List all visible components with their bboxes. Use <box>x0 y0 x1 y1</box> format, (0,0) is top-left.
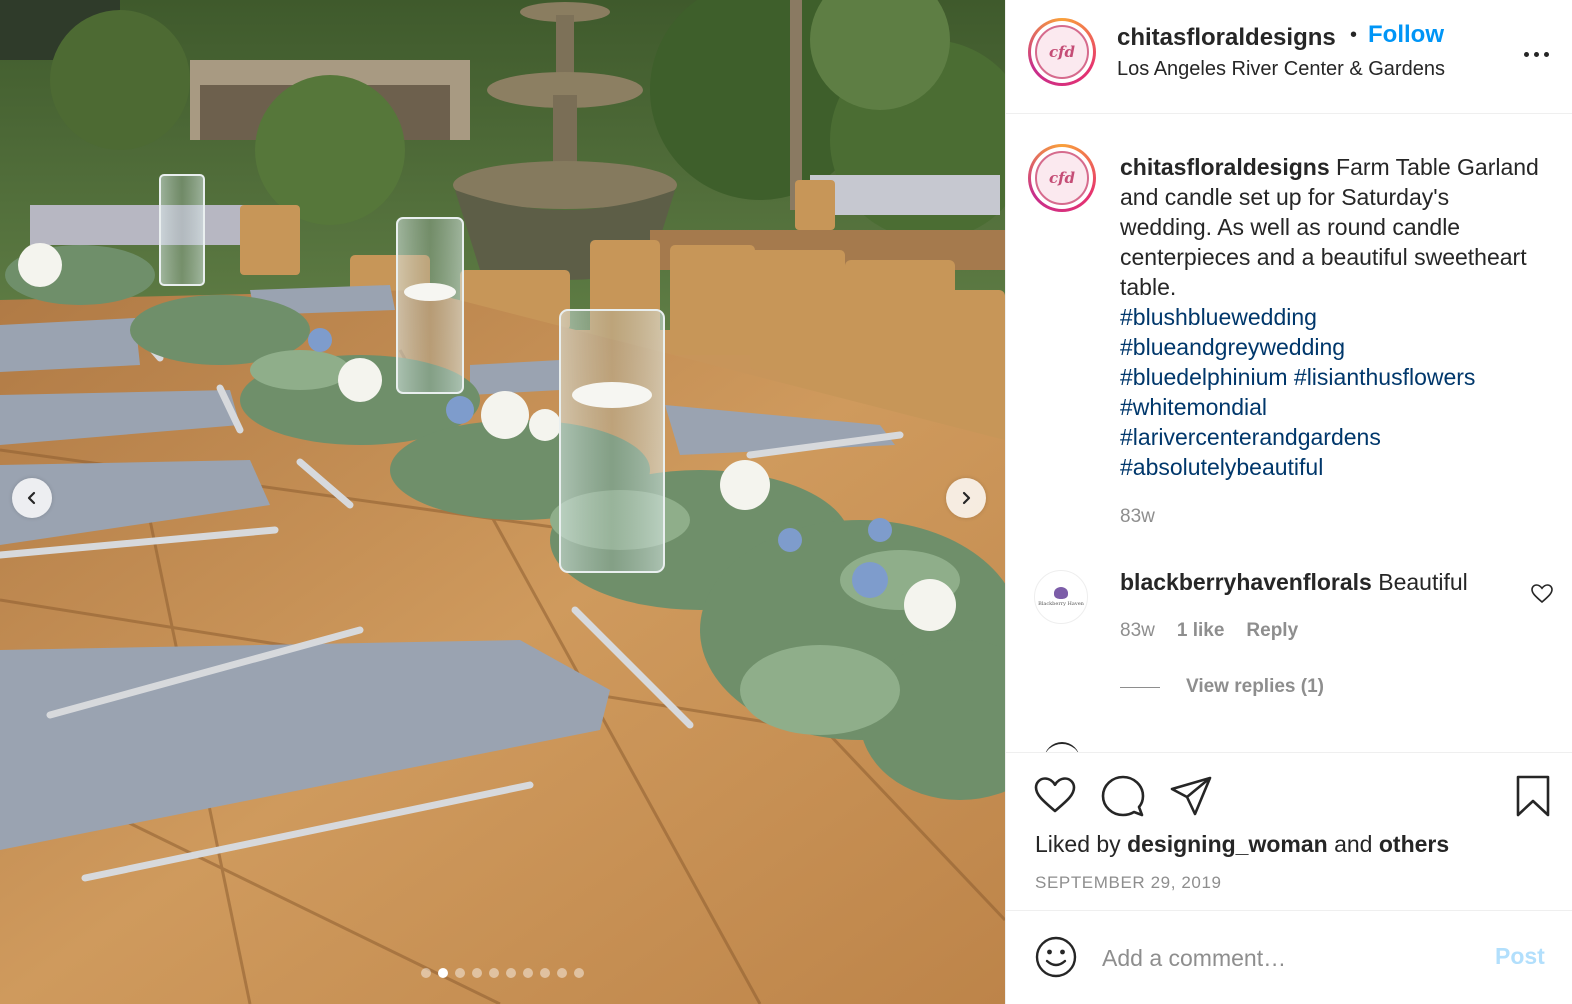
comment-heart-icon[interactable] <box>1530 582 1554 606</box>
comment-input[interactable] <box>1102 939 1482 977</box>
carousel-dot <box>438 968 448 978</box>
photo-scene <box>0 0 1005 1004</box>
hashtag[interactable]: #bluedelphinium <box>1120 364 1288 390</box>
follow-button[interactable]: Follow <box>1368 21 1444 49</box>
carousel-indicator <box>0 968 1005 978</box>
likes-others[interactable]: others <box>1379 831 1449 857</box>
author-avatar[interactable]: cfd <box>1028 18 1096 86</box>
commenter-avatar[interactable]: Blackberry Haven <box>1034 570 1088 624</box>
hashtag[interactable]: #whitemondial <box>1120 392 1540 422</box>
view-replies-label: View replies (1) <box>1186 676 1324 697</box>
carousel-dot <box>472 968 482 978</box>
carousel-dot <box>540 968 550 978</box>
previous-slide-button[interactable] <box>12 478 52 518</box>
header-separator: • <box>1350 24 1358 46</box>
carousel-dot <box>557 968 567 978</box>
author-logo: cfd <box>1035 25 1089 79</box>
likes-prefix: Liked by <box>1035 831 1121 857</box>
replies-divider <box>1120 686 1160 688</box>
hashtag[interactable]: #larivercenterandgardens <box>1120 422 1540 452</box>
likes-joiner: and <box>1334 831 1373 857</box>
comment-meta: 83w 1 like Reply <box>1120 620 1298 642</box>
likes-summary: Liked by designing_woman and others <box>1035 831 1449 858</box>
hashtag[interactable]: #lisianthusflowers <box>1294 364 1476 390</box>
post-details-panel: cfd chitasfloraldesigns • Follow Los Ang… <box>1005 0 1572 1004</box>
comment-body: Beautiful <box>1378 569 1468 595</box>
comment-timestamp[interactable]: 83w <box>1120 620 1155 642</box>
author-username[interactable]: chitasfloraldesigns <box>1117 24 1336 52</box>
next-comment-avatar <box>1044 742 1080 752</box>
post-date[interactable]: SEPTEMBER 29, 2019 <box>1035 873 1222 893</box>
hashtag[interactable]: #blushbluewedding <box>1120 302 1540 332</box>
carousel-dot <box>421 968 431 978</box>
comment-likes[interactable]: 1 like <box>1177 620 1225 642</box>
caption-author-avatar[interactable]: cfd <box>1028 144 1096 212</box>
comments-section[interactable]: cfd chitasfloraldesigns Farm Table Garla… <box>1006 114 1572 752</box>
more-icon <box>1523 51 1529 57</box>
chevron-left-icon <box>27 491 36 505</box>
emoji-icon[interactable] <box>1034 935 1078 979</box>
caption-username[interactable]: chitasfloraldesigns <box>1120 154 1330 180</box>
commenter-avatar-text: Blackberry Haven <box>1038 601 1084 607</box>
next-slide-button[interactable] <box>946 478 986 518</box>
hashtag[interactable]: #absolutelybeautiful <box>1120 452 1540 482</box>
chevron-right-icon <box>962 491 971 505</box>
hashtag-line: #bluedelphinium #lisianthusflowers <box>1120 362 1540 392</box>
post-caption: chitasfloraldesigns Farm Table Garland a… <box>1120 152 1540 482</box>
blackberry-logo-mark <box>1054 587 1068 599</box>
carousel-dot <box>489 968 499 978</box>
post-comment-button[interactable]: Post <box>1495 943 1545 970</box>
bookmark-icon[interactable] <box>1510 773 1556 819</box>
carousel-dot <box>574 968 584 978</box>
heart-icon[interactable] <box>1032 773 1078 819</box>
liked-by-user[interactable]: designing_woman <box>1127 831 1328 857</box>
post-location[interactable]: Los Angeles River Center & Gardens <box>1117 58 1445 81</box>
more-options-button[interactable] <box>1516 40 1556 68</box>
carousel-dot <box>455 968 465 978</box>
comment: blackberryhavenflorals Beautiful <box>1120 569 1468 596</box>
commenter-username[interactable]: blackberryhavenflorals <box>1120 569 1372 595</box>
hashtag[interactable]: #blueandgreywedding <box>1120 332 1540 362</box>
carousel-dot <box>523 968 533 978</box>
post-header: cfd chitasfloraldesigns • Follow Los Ang… <box>1006 0 1572 114</box>
add-comment-bar: Post <box>1006 910 1572 1004</box>
carousel-dot <box>506 968 516 978</box>
caption-timestamp[interactable]: 83w <box>1120 506 1155 528</box>
caption-author-logo: cfd <box>1035 151 1089 205</box>
post-actions: Liked by designing_woman and others SEPT… <box>1006 752 1572 910</box>
reply-button[interactable]: Reply <box>1246 620 1298 642</box>
post-photo[interactable] <box>0 0 1005 1004</box>
comment-icon[interactable] <box>1100 773 1146 819</box>
share-icon[interactable] <box>1168 773 1214 819</box>
view-replies-button[interactable]: View replies (1) <box>1120 676 1324 698</box>
